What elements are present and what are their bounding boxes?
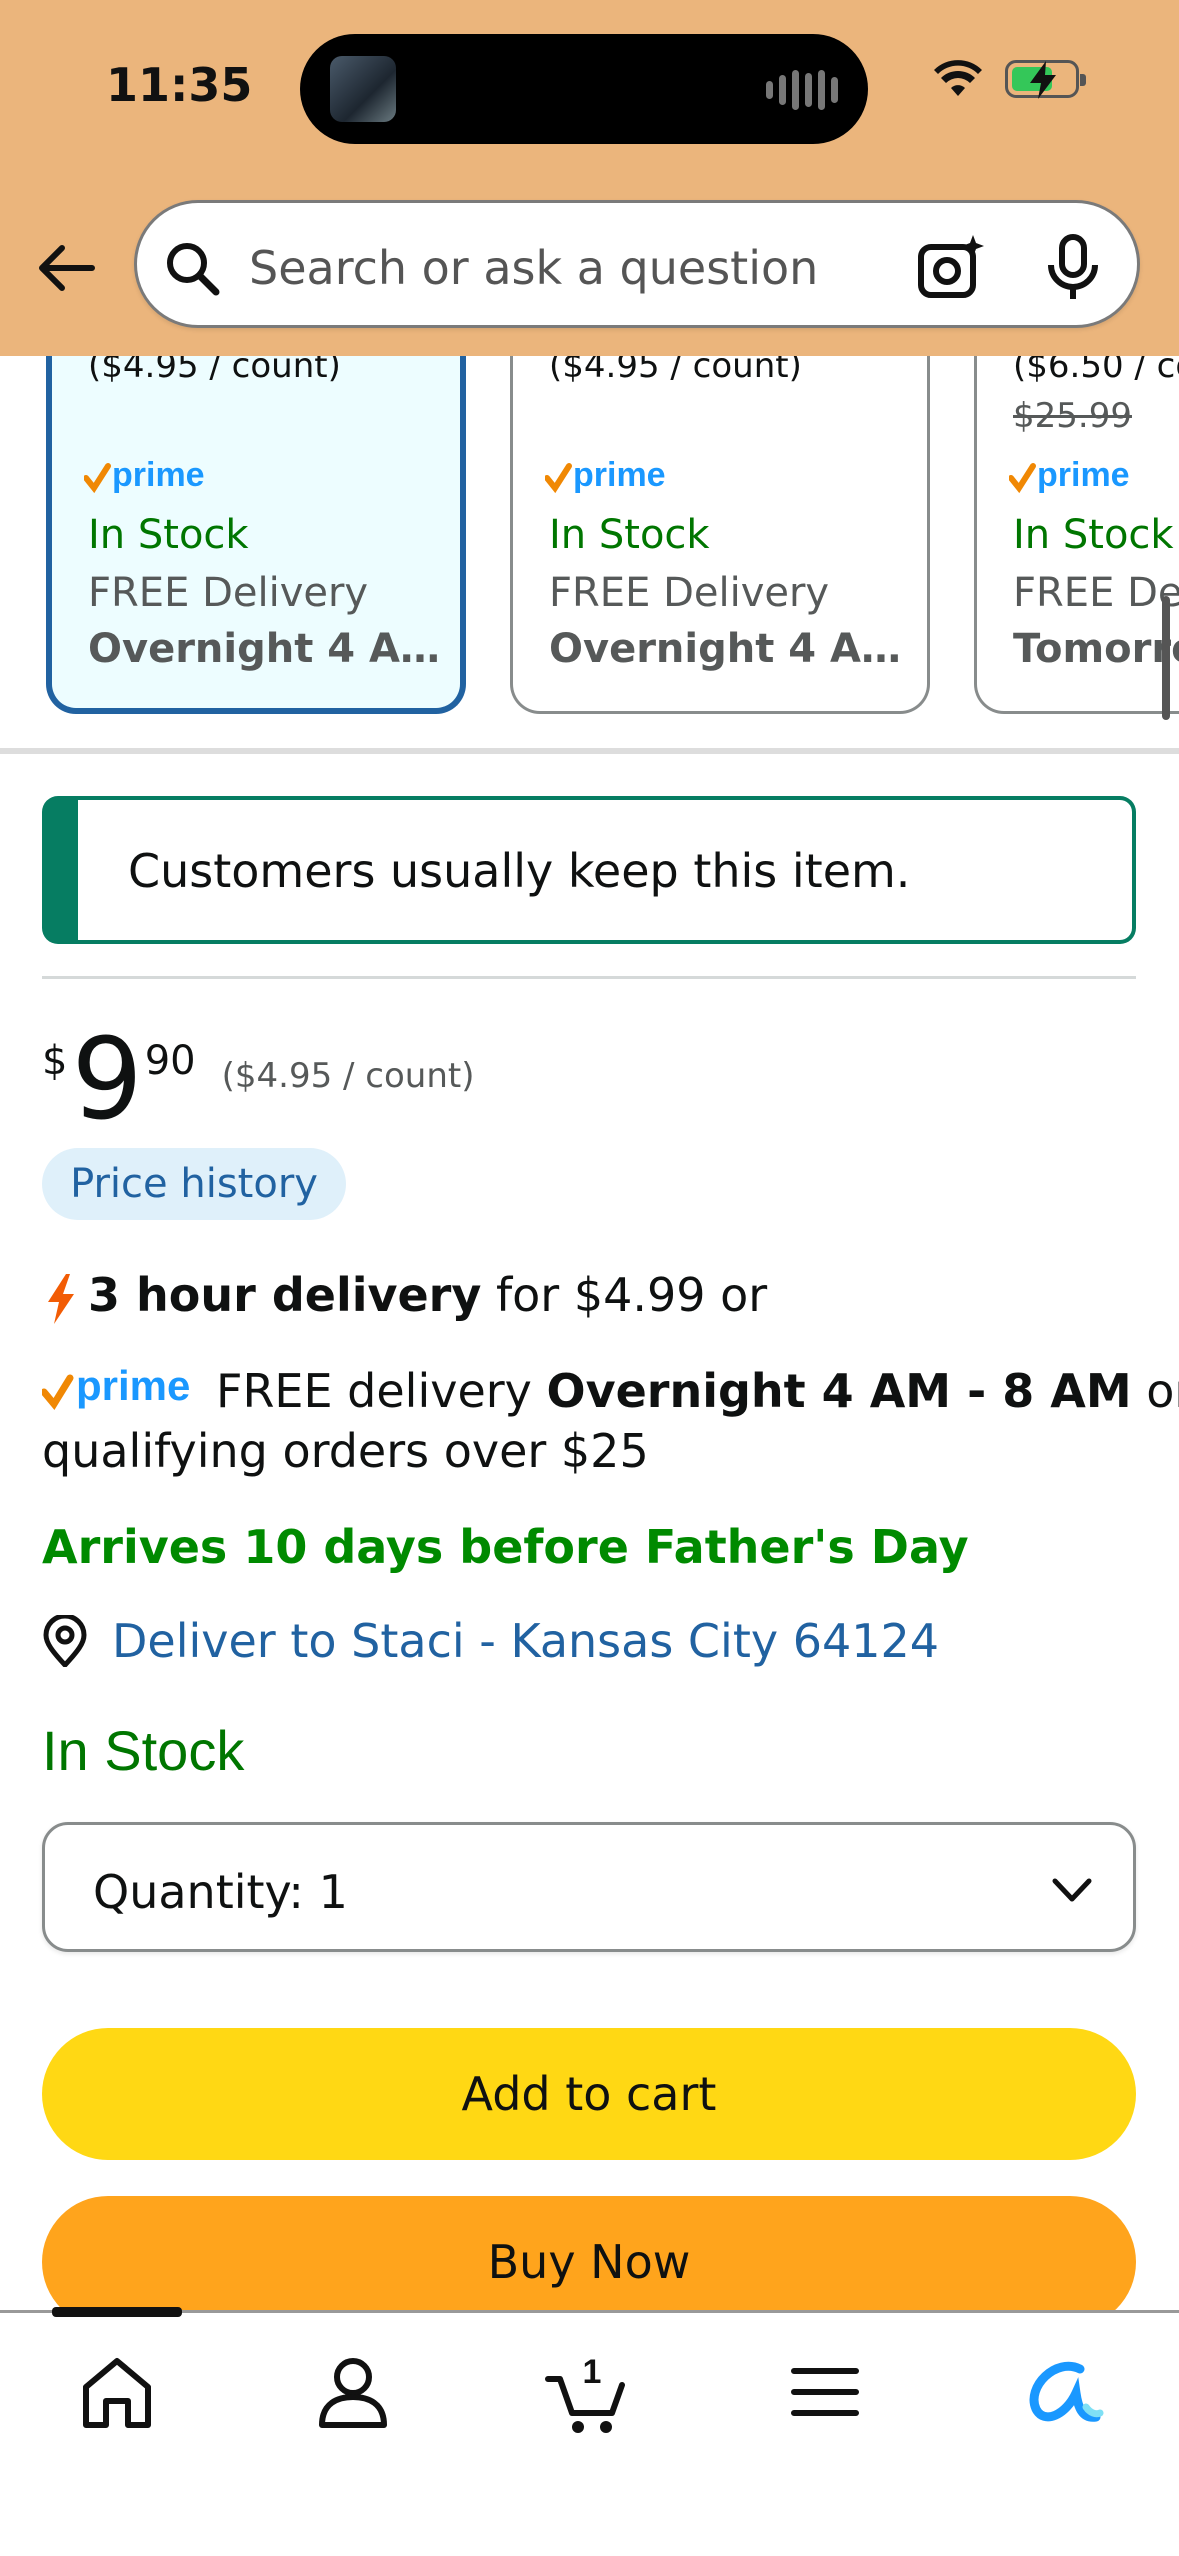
prime-text: prime <box>1037 456 1130 494</box>
back-arrow-icon[interactable] <box>34 236 98 300</box>
audio-wave-icon <box>766 70 838 110</box>
prime-logo: prime <box>1008 454 1149 502</box>
add-to-cart-button[interactable]: Add to cart <box>42 2028 1136 2160</box>
prime-text: prime <box>573 456 666 494</box>
price-whole: 9 <box>71 1015 143 1145</box>
prime-logo: prime <box>544 454 685 502</box>
prime-text: prime <box>112 456 205 494</box>
offer-card-2[interactable]: ($4.95 / count) prime In Stock FREE Deli… <box>510 356 930 714</box>
offer-delivery-label: FREE Delivery <box>88 570 369 616</box>
cart-icon[interactable]: 1 <box>544 2347 634 2437</box>
quantity-label: Quantity: <box>93 1865 304 1919</box>
buy-now-button[interactable]: Buy Now <box>42 2196 1136 2328</box>
offer-delivery-time: Tomorro <box>1013 626 1179 672</box>
price-history-button[interactable]: Price history <box>42 1148 346 1220</box>
now-playing-thumbnail <box>330 56 396 122</box>
quantity-text: Quantity: 1 <box>93 1865 348 1919</box>
prime-text: prime <box>76 1364 190 1409</box>
rufus-assistant-icon[interactable] <box>1016 2347 1106 2437</box>
offer-delivery-label: FREE Del <box>1013 570 1179 616</box>
keep-item-text: Customers usually keep this item. <box>128 844 911 898</box>
microphone-icon[interactable] <box>1043 233 1103 303</box>
offer-price-per-count: ($4.95 / count) <box>88 356 341 386</box>
prime-delivery-line-2: qualifying orders over $25 <box>42 1424 649 1478</box>
bottom-nav: 1 <box>0 2307 1179 2556</box>
lightning-bolt-icon <box>48 1273 74 1324</box>
home-icon[interactable] <box>72 2347 162 2437</box>
offer-card-3[interactable]: ($6.50 / co $25.99 prime In Stock FREE D… <box>974 356 1179 714</box>
prime-delivery-window: Overnight 4 AM - 8 AM <box>546 1364 1132 1418</box>
cart-count: 1 <box>583 2353 602 2391</box>
prime-delivery-line: prime FREE delivery Overnight 4 AM - 8 AM… <box>40 1362 1179 1425</box>
dynamic-island <box>300 34 868 144</box>
offer-card-1[interactable]: ($4.95 / count) prime In Stock FREE Deli… <box>46 356 466 714</box>
availability-status: In Stock <box>42 1719 245 1782</box>
quantity-dropdown[interactable]: Quantity: 1 <box>42 1822 1136 1952</box>
location-pin-icon <box>43 1615 87 1667</box>
price-currency: $ <box>42 1038 68 1084</box>
app-header: 11:35 Search or ask a question <box>0 0 1179 356</box>
active-tab-indicator <box>52 2307 182 2317</box>
keep-item-banner: Customers usually keep this item. <box>42 796 1136 944</box>
quantity-value: 1 <box>318 1865 348 1919</box>
page-scrollbar[interactable] <box>1162 596 1170 720</box>
offer-availability: In Stock <box>1013 512 1174 558</box>
camera-search-icon[interactable] <box>915 233 985 303</box>
deliver-to-text[interactable]: Deliver to Staci - Kansas City 64124 <box>112 1614 939 1668</box>
status-icons <box>933 60 1086 99</box>
offer-price-per-count: ($4.95 / count) <box>549 356 802 386</box>
menu-icon[interactable] <box>780 2347 870 2437</box>
offer-availability: In Stock <box>88 512 249 558</box>
price-fraction: 90 <box>144 1038 196 1084</box>
offer-availability: In Stock <box>549 512 710 558</box>
section-divider <box>0 748 1179 754</box>
chevron-down-icon <box>1052 1878 1092 1902</box>
search-input[interactable]: Search or ask a question <box>249 241 818 295</box>
divider <box>42 976 1136 979</box>
arrival-message: Arrives 10 days before Father's Day <box>42 1520 969 1574</box>
offer-delivery-time: Overnight 4 A… <box>549 626 901 672</box>
offer-delivery-label: FREE Delivery <box>549 570 830 616</box>
battery-icon <box>1005 60 1086 99</box>
product-price: $ 9 90 ($4.95 / count) <box>42 1020 474 1140</box>
fast-delivery-bold: 3 hour delivery <box>88 1268 482 1322</box>
prime-logo: prime <box>40 1362 208 1425</box>
offer-delivery-time: Overnight 4 A… <box>88 626 440 672</box>
wifi-icon <box>934 60 982 96</box>
search-bar[interactable]: Search or ask a question <box>134 200 1140 328</box>
deliver-to-link[interactable]: Deliver to Staci - Kansas City 64124 <box>42 1614 939 1668</box>
prime-logo: prime <box>83 454 224 502</box>
prime-delivery-pre: FREE delivery <box>216 1364 547 1418</box>
price-per-unit: ($4.95 / count) <box>221 1056 475 1096</box>
search-icon <box>167 243 220 296</box>
offer-price-per-count: ($6.50 / co <box>1013 356 1179 386</box>
offer-list-price: $25.99 <box>1013 396 1132 436</box>
offer-carousel[interactable]: ($4.95 / count) prime In Stock FREE Deli… <box>0 356 1179 716</box>
account-icon[interactable] <box>308 2347 398 2437</box>
prime-delivery-post: on <box>1146 1364 1179 1418</box>
status-time: 11:35 <box>106 58 253 112</box>
fast-delivery-rest: for $4.99 or <box>481 1268 768 1322</box>
fast-delivery-line: 3 hour delivery for $4.99 or <box>42 1268 767 1326</box>
